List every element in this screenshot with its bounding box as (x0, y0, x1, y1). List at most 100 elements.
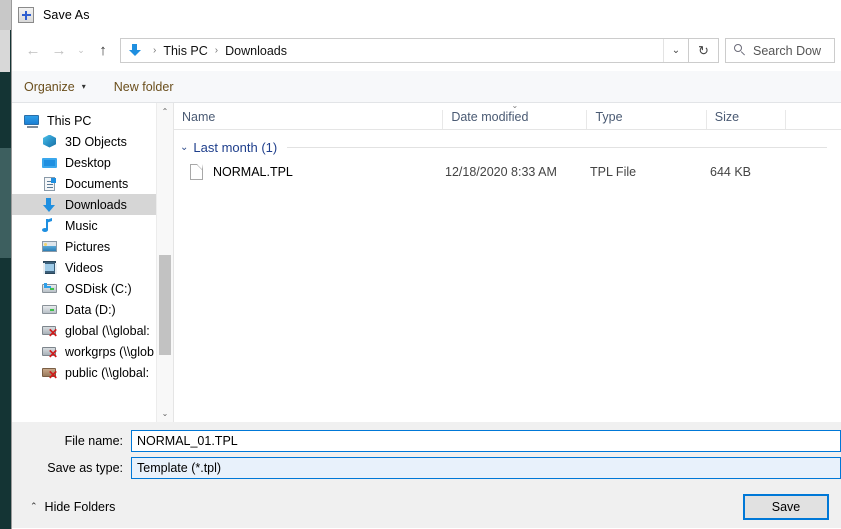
save-as-dialog: Save As ← → ⌄ ↑ › This PC › Downloads ⌄ … (11, 0, 841, 529)
file-rows: NORMAL.TPL 12/18/2020 8:33 AM TPL File 644 … (174, 160, 841, 184)
scroll-down-icon[interactable]: ⌄ (157, 405, 173, 422)
save-as-type-row: Save as type: Template (*.tpl) (12, 457, 841, 479)
forward-icon[interactable]: → (46, 38, 72, 64)
dialog-body: This PC 3D Objects Desktop Documents Downloa… (12, 103, 841, 422)
file-list-pane: Name ⌄ Date modified Type Size ⌄ Last mo… (173, 103, 841, 422)
chevron-up-icon: ⌃ (30, 501, 38, 511)
column-header-size-label: Size (714, 110, 740, 124)
new-folder-button[interactable]: New folder (114, 80, 174, 94)
column-header-name-label: Name (182, 110, 216, 124)
chevron-down-icon[interactable]: ⌄ (663, 39, 688, 62)
sidebar-item-workgrps-glob[interactable]: ✕ workgrps (\\glob (12, 341, 156, 362)
osdisk-icon (42, 281, 58, 297)
file-name-value: NORMAL_01.TPL (137, 434, 238, 448)
group-header-last-month[interactable]: ⌄ Last month (1) (174, 134, 841, 160)
sidebar-item-label: Pictures (65, 239, 111, 254)
desktop-icon (42, 155, 58, 171)
sidebar-item-label: Documents (65, 176, 129, 191)
music-icon (42, 218, 58, 234)
save-as-type-value: Template (*.tpl) (137, 461, 222, 475)
column-header-date-label: Date modified (451, 110, 529, 124)
title-bar: Save As (12, 0, 841, 30)
background-top-grey-2 (0, 30, 10, 72)
column-header-size[interactable]: Size (705, 110, 786, 129)
monitor-icon (24, 113, 40, 129)
command-bar: Organize ▾ New folder (12, 71, 841, 103)
breadcrumb-separator-0: › (153, 45, 157, 56)
cell-type: TPL File (590, 165, 637, 179)
sidebar-item-label: workgrps (\\glob (65, 344, 154, 359)
column-header-row: Name ⌄ Date modified Type Size (174, 103, 841, 130)
sidebar-item-label: Downloads (65, 197, 127, 212)
network-drive-public-icon: ✕ (42, 365, 58, 381)
save-form: File name: NORMAL_01.TPL Save as type: T… (12, 422, 841, 484)
column-header-date-modified[interactable]: ⌄ Date modified (442, 103, 586, 129)
chevron-down-icon: ▾ (81, 82, 86, 91)
sidebar-item-downloads[interactable]: Downloads (12, 194, 156, 215)
history-dropdown-icon[interactable]: ⌄ (72, 38, 90, 64)
sidebar-item-label: global (\\global: (65, 323, 150, 338)
download-icon (42, 197, 58, 213)
pictures-icon (42, 239, 58, 255)
scroll-up-icon[interactable]: ⌃ (157, 103, 173, 120)
sidebar-item-label: OSDisk (C:) (65, 281, 132, 296)
downloads-arrow-icon (126, 42, 146, 60)
sidebar-item-this-pc[interactable]: This PC (12, 110, 156, 131)
file-name-row: File name: NORMAL_01.TPL (12, 430, 841, 452)
group-header-label: Last month (1) (193, 139, 278, 155)
search-placeholder: Search Dow (753, 43, 822, 58)
back-icon[interactable]: ← (20, 38, 46, 64)
sidebar-item-osdisk-c[interactable]: OSDisk (C:) (12, 278, 156, 299)
table-row[interactable]: NORMAL.TPL 12/18/2020 8:33 AM TPL File 644 … (174, 160, 841, 184)
sidebar-item-label: Videos (65, 260, 103, 275)
sidebar-item-label: Data (D:) (65, 302, 116, 317)
sidebar-item-music[interactable]: Music (12, 215, 156, 236)
cell-date-modified: 12/18/2020 8:33 AM (445, 165, 557, 179)
tree-scrollbar[interactable]: ⌃ ⌄ (156, 103, 173, 422)
organize-label: Organize (24, 79, 75, 94)
network-drive-disconnected-icon: ✕ (42, 344, 58, 360)
sidebar-item-label: public (\\global: (65, 365, 150, 380)
sidebar-item-videos[interactable]: Videos (12, 257, 156, 278)
cell-size: 644 KB (710, 165, 752, 179)
hide-folders-button[interactable]: ⌃ Hide Folders (30, 500, 115, 514)
sidebar-item-label: 3D Objects (65, 134, 127, 149)
up-icon[interactable]: ↑ (90, 38, 116, 64)
sidebar-item-public-global[interactable]: ✕ public (\\global: (12, 362, 156, 383)
column-header-spare[interactable] (785, 110, 841, 129)
sidebar-item-3d-objects[interactable]: 3D Objects (12, 131, 156, 152)
organize-button[interactable]: Organize ▾ (24, 80, 86, 94)
sidebar-item-pictures[interactable]: Pictures (12, 236, 156, 257)
column-header-name[interactable]: Name (174, 110, 442, 129)
address-bar[interactable]: › This PC › Downloads ⌄ (120, 38, 689, 63)
breadcrumb-this-pc[interactable]: This PC (161, 44, 209, 58)
refresh-icon[interactable]: ↻ (689, 38, 719, 63)
breadcrumb-separator-1: › (214, 45, 219, 56)
dialog-footer: ⌃ Hide Folders Save (12, 484, 841, 528)
file-name-input[interactable]: NORMAL_01.TPL (131, 430, 841, 452)
file-icon (190, 163, 204, 181)
save-button[interactable]: Save (743, 493, 829, 520)
video-icon (42, 260, 58, 276)
breadcrumb-downloads[interactable]: Downloads (223, 44, 289, 58)
column-header-type[interactable]: Type (586, 110, 705, 129)
save-as-type-select[interactable]: Template (*.tpl) (131, 457, 841, 479)
sidebar-item-desktop[interactable]: Desktop (12, 152, 156, 173)
column-header-type-label: Type (595, 110, 623, 124)
scrollbar-thumb[interactable] (159, 255, 171, 355)
navigation-tree: This PC 3D Objects Desktop Documents Downloa… (12, 103, 156, 422)
chevron-down-icon: ⌄ (180, 141, 189, 153)
sidebar-item-label: Music (65, 218, 98, 233)
search-input[interactable]: Search Dow (725, 38, 835, 63)
sidebar-item-label: This PC (47, 113, 92, 128)
sidebar-item-global-global[interactable]: ✕ global (\\global: (12, 320, 156, 341)
file-name-label: File name: (64, 434, 123, 448)
group-header-rule (287, 146, 827, 148)
drive-icon (42, 302, 58, 318)
sidebar-item-data-d[interactable]: Data (D:) (12, 299, 156, 320)
sidebar-item-documents[interactable]: Documents (12, 173, 156, 194)
document-icon (42, 176, 58, 192)
search-icon (734, 44, 747, 57)
window-title: Save As (43, 8, 90, 22)
hide-folders-label: Hide Folders (44, 499, 116, 514)
